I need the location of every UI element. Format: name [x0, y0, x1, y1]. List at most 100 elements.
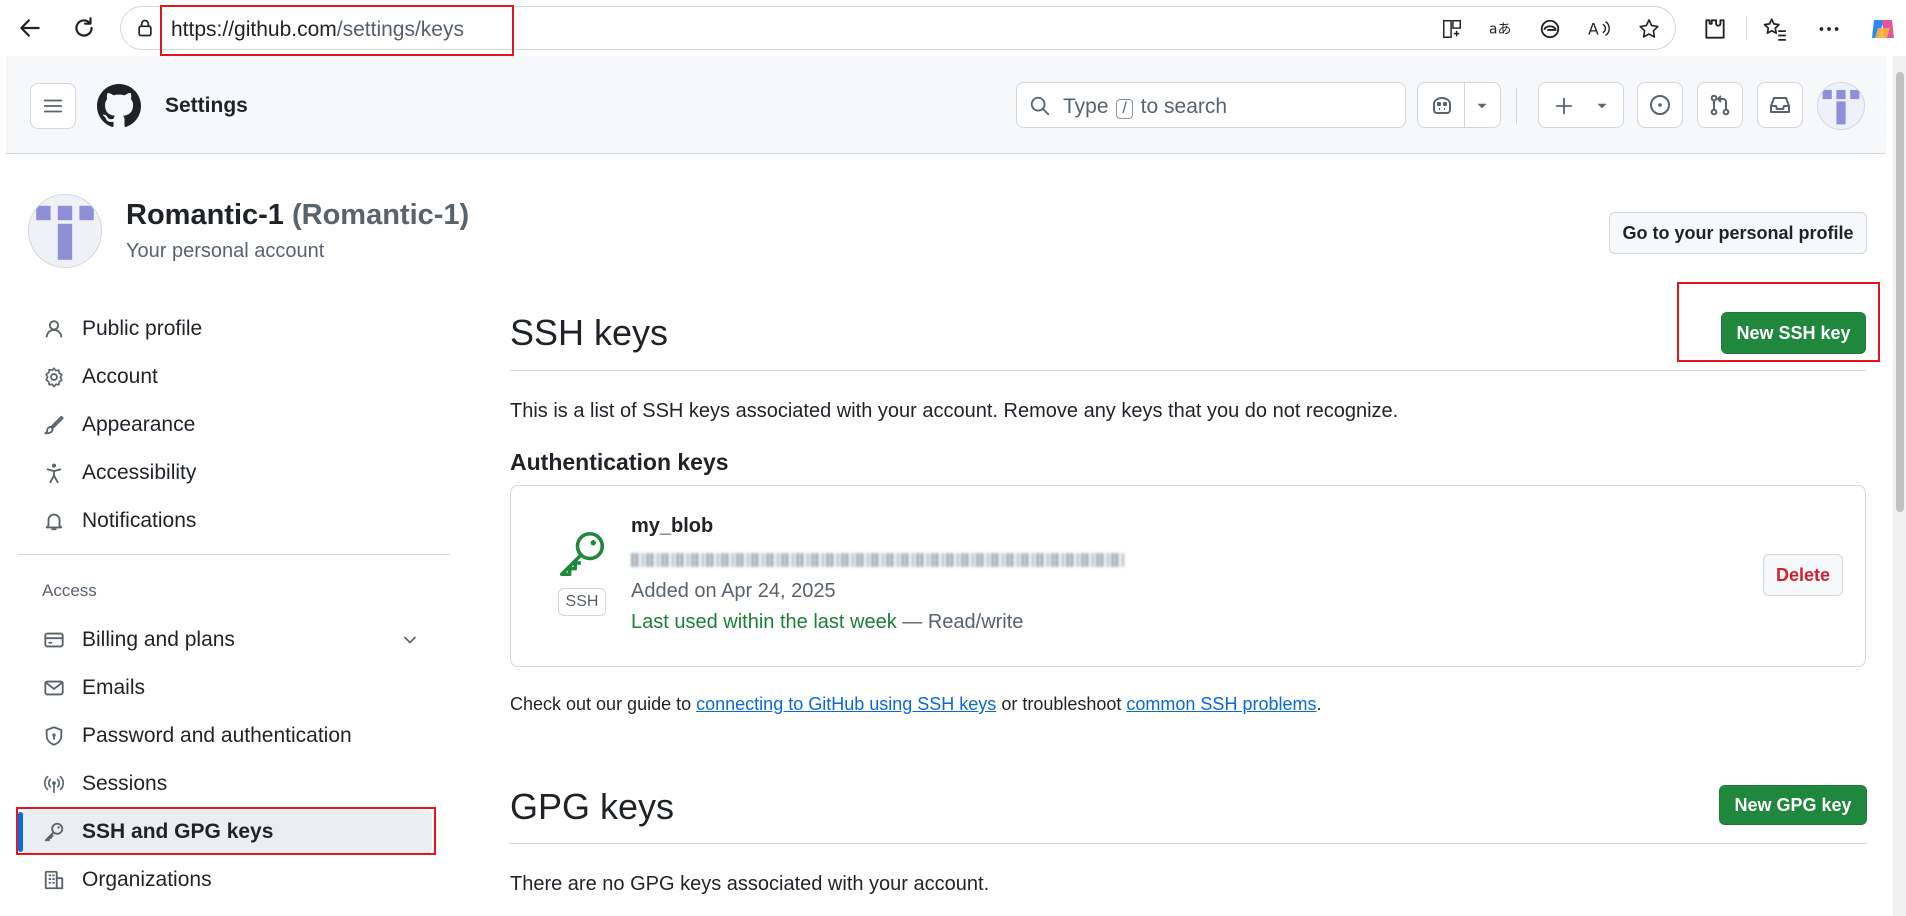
favorites-icon[interactable]: [1762, 16, 1788, 42]
active-indicator: [18, 812, 23, 852]
sidebar-item-public-profile[interactable]: Public profile: [22, 307, 432, 351]
ssh-key-added-date: Added on Apr 24, 2025: [631, 580, 836, 602]
chevron-down-icon: [1597, 103, 1607, 109]
sidebar-item-accessibility[interactable]: Accessibility: [22, 451, 432, 495]
extensions-icon[interactable]: [1702, 16, 1728, 42]
svg-text:A: A: [1588, 20, 1599, 39]
hamburger-icon: [43, 99, 63, 113]
paintbrush-icon: [40, 411, 68, 439]
ssh-key-fingerprint-blurred: [631, 553, 1125, 567]
refresh-icon: [75, 17, 93, 37]
refresh-button[interactable]: [66, 10, 102, 46]
sidebar-item-label: SSH and GPG keys: [82, 820, 274, 843]
search-icon: [1030, 96, 1050, 116]
delete-ssh-key-button[interactable]: Delete: [1763, 554, 1843, 596]
new-gpg-key-button[interactable]: New GPG key: [1719, 785, 1867, 825]
pull-requests-button[interactable]: [1697, 82, 1743, 128]
create-new-button[interactable]: [1538, 82, 1624, 128]
menu-button[interactable]: [30, 83, 76, 129]
sidebar-item-billing[interactable]: Billing and plans: [22, 618, 432, 662]
copilot-button-group[interactable]: [1417, 82, 1501, 128]
browser-toolbar: https://github.com/settings/keys aあ A: [0, 0, 1906, 56]
sidebar-item-label: Accessibility: [82, 461, 197, 484]
identicon-icon: [1822, 89, 1860, 125]
sidebar-item-appearance[interactable]: Appearance: [22, 403, 432, 447]
profile-name[interactable]: Romantic-1: [126, 199, 284, 231]
go-to-profile-button[interactable]: Go to your personal profile: [1609, 212, 1867, 254]
copilot-icon[interactable]: [1868, 14, 1898, 44]
mail-icon: [40, 674, 68, 702]
sidebar-item-sessions[interactable]: Sessions: [22, 762, 432, 806]
favorite-star-icon[interactable]: [1637, 17, 1661, 41]
sidebar-divider: [18, 554, 450, 555]
organization-icon: [40, 866, 68, 894]
sidebar-item-label: Password and authentication: [82, 724, 352, 747]
search-prefix: Type: [1063, 95, 1109, 118]
sidebar-item-emails[interactable]: Emails: [22, 666, 432, 710]
copilot-face-icon: [1433, 97, 1451, 114]
back-button[interactable]: [12, 10, 48, 46]
ssh-guide-link[interactable]: connecting to GitHub using SSH keys: [696, 694, 996, 714]
ssh-key-list: [510, 485, 1866, 667]
ssh-divider: [510, 370, 1866, 371]
page-title[interactable]: Settings: [165, 94, 248, 118]
read-aloud-icon[interactable]: A: [1588, 18, 1612, 40]
translate-icon[interactable]: aあ: [1489, 18, 1513, 40]
lock-icon: [138, 19, 152, 37]
pull-request-icon: [1710, 94, 1730, 116]
accessibility-icon: [40, 459, 68, 487]
sidebar-item-label: Public profile: [82, 317, 203, 340]
key-icon: [559, 531, 605, 577]
sidebar-item-ssh-gpg-keys[interactable]: SSH and GPG keys: [22, 810, 432, 854]
shield-icon: [40, 722, 68, 750]
gpg-keys-heading: GPG keys: [510, 786, 675, 827]
sidebar-item-label: Account: [82, 365, 158, 388]
broadcast-icon: [40, 770, 68, 798]
guide-middle: or troubleshoot: [1001, 694, 1122, 714]
search-input[interactable]: Type / to search: [1016, 82, 1406, 128]
user-avatar[interactable]: [1817, 82, 1865, 130]
gpg-divider: [510, 843, 1866, 844]
profile-name-line: Romantic-1 (Romantic-1): [126, 199, 469, 232]
sidebar-item-label: Sessions: [82, 772, 168, 795]
issue-circle-icon: [1650, 95, 1670, 115]
more-options-icon[interactable]: [1816, 16, 1842, 42]
chevron-down-icon[interactable]: [400, 630, 420, 650]
inbox-button[interactable]: [1757, 82, 1803, 128]
search-placeholder: Type / to search: [1063, 95, 1227, 119]
profile-handle: (Romantic-1): [291, 199, 470, 231]
sidebar-item-notifications[interactable]: Notifications: [22, 499, 432, 543]
guide-prefix: Check out our guide to: [510, 694, 692, 714]
sidebar-item-account[interactable]: Account: [22, 355, 432, 399]
split-screen-icon[interactable]: [1441, 18, 1463, 40]
arrow-left-icon: [20, 19, 40, 37]
sidebar-item-organizations[interactable]: Organizations: [22, 858, 432, 902]
sidebar-item-label: Emails: [82, 676, 146, 699]
edge-icon[interactable]: [1539, 18, 1561, 40]
ssh-description: This is a list of SSH keys associated wi…: [510, 400, 1399, 422]
ssh-key-access: — Read/write: [902, 611, 1024, 633]
profile-subtitle: Your personal account: [126, 240, 325, 262]
issues-button[interactable]: [1637, 82, 1683, 128]
scrollbar-thumb[interactable]: [1896, 72, 1904, 512]
plus-icon: [1555, 97, 1573, 115]
credit-card-icon: [40, 626, 68, 654]
person-icon: [40, 315, 68, 343]
gear-icon: [40, 363, 68, 391]
new-ssh-key-button[interactable]: New SSH key: [1721, 312, 1866, 354]
key-icon: [40, 818, 68, 846]
sidebar-item-label: Notifications: [82, 509, 197, 532]
auth-keys-heading: Authentication keys: [510, 449, 729, 475]
sidebar-section-access: Access: [42, 581, 97, 600]
search-shortcut-key: /: [1116, 99, 1133, 119]
ssh-problems-link[interactable]: common SSH problems: [1126, 694, 1316, 714]
ssh-guide-text: Check out our guide to connecting to Git…: [510, 694, 1322, 715]
sidebar-item-label: Billing and plans: [82, 628, 235, 651]
sidebar-item-password-authentication[interactable]: Password and authentication: [22, 714, 432, 758]
github-logo-icon[interactable]: [97, 84, 141, 128]
address-bar[interactable]: https://github.com/settings/keys aあ A: [120, 6, 1676, 50]
gpg-empty-message: There are no GPG keys associated with yo…: [510, 873, 990, 895]
ssh-key-last-used: Last used within the last week: [631, 611, 897, 633]
svg-text:aあ: aあ: [1489, 22, 1511, 38]
profile-avatar[interactable]: [28, 194, 102, 268]
